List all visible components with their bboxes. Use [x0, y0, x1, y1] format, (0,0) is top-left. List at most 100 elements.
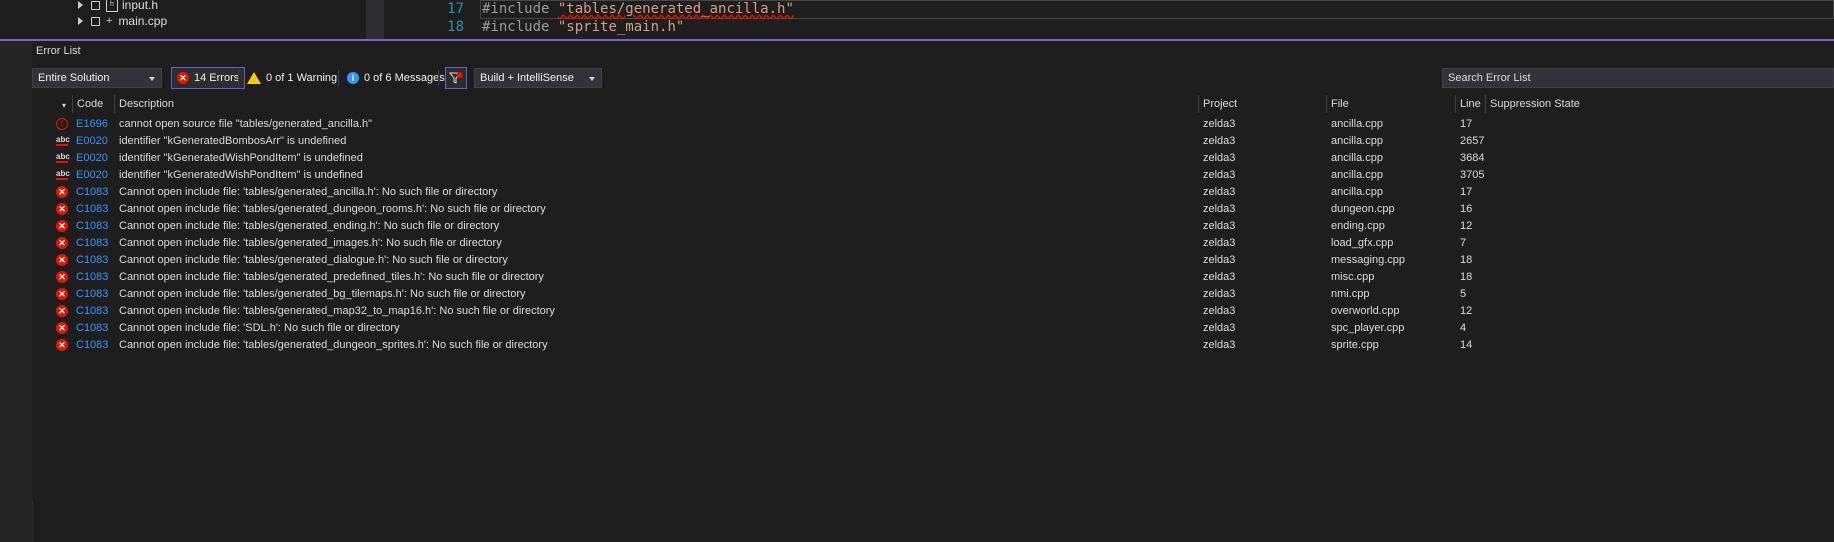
error-code-link[interactable]: E0020: [76, 167, 108, 184]
error-line: 5: [1460, 288, 1467, 300]
column-header-file[interactable]: File: [1326, 95, 1459, 113]
error-row[interactable]: ✕ C1083 Cannot open include file: 'tables/…: [32, 286, 1834, 303]
error-code-link[interactable]: C1083: [76, 303, 108, 320]
error-file: ancilla.cpp: [1331, 186, 1383, 198]
error-icon: ✕: [56, 220, 69, 233]
error-icon: ✕: [56, 305, 69, 318]
error-description: Cannot open include file: 'tables/genera…: [119, 339, 548, 351]
error-code-link[interactable]: C1083: [76, 286, 108, 303]
column-header-suppression-state[interactable]: Suppression State: [1485, 95, 1834, 113]
column-header-row: ▾ Code Description Project File Line Sup…: [32, 95, 1834, 113]
error-row[interactable]: ✕ C1083 Cannot open include file: 'tables/…: [32, 235, 1834, 252]
cpp-file-icon: +: [106, 15, 113, 27]
panel-title: Error List: [36, 45, 81, 57]
code-line[interactable]: #include "sprite_main.h": [482, 19, 684, 35]
error-project: zelda3: [1203, 152, 1236, 164]
error-row[interactable]: ✕ C1083 Cannot open include file: 'tables/…: [32, 184, 1834, 201]
error-row[interactable]: ✕ C1083 Cannot open include file: 'tables/…: [32, 252, 1834, 269]
messages-filter-button[interactable]: i 0 of 6 Messages: [342, 67, 450, 89]
pane-splitter[interactable]: [366, 0, 384, 39]
include-path-string: "tables/generated_ancilla.h": [557, 1, 794, 17]
error-code-link[interactable]: C1083: [76, 252, 108, 269]
error-description: Cannot open include file: 'tables/genera…: [119, 254, 508, 266]
error-row[interactable]: ✕ C1083 Cannot open include file: 'tables/…: [32, 201, 1834, 218]
scope-dropdown-value: Entire Solution: [38, 72, 110, 84]
error-icon: ✕: [56, 339, 69, 352]
error-code-link[interactable]: C1083: [76, 235, 108, 252]
error-row[interactable]: abc E0020 identifier "kGeneratedWishPondIt…: [32, 167, 1834, 184]
error-line: 7: [1460, 237, 1467, 249]
error-row[interactable]: ✕ C1083 Cannot open include file: 'SDL.h':…: [32, 320, 1834, 337]
error-list-panel: Error List Entire Solution ✕ 14 Errors 0…: [32, 41, 1834, 501]
error-row[interactable]: abc E0020 identifier "kGeneratedBombosArr"…: [32, 133, 1834, 150]
lock-icon: [91, 0, 100, 10]
error-code-link[interactable]: C1083: [76, 320, 108, 337]
error-line: 14: [1460, 339, 1473, 351]
error-icon: ✕: [56, 203, 69, 216]
code-line[interactable]: #include "tables/generated_ancilla.h": [482, 1, 794, 17]
column-header-project[interactable]: Project: [1198, 95, 1330, 113]
line-number-gutter: 17 18: [384, 0, 464, 39]
error-project: zelda3: [1203, 305, 1236, 317]
error-row[interactable]: ✕ C1083 Cannot open include file: 'tables/…: [32, 269, 1834, 286]
error-code-link[interactable]: C1083: [76, 337, 108, 354]
error-row[interactable]: abc E0020 identifier "kGeneratedWishPondIt…: [32, 150, 1834, 167]
error-description: Cannot open include file: 'tables/genera…: [119, 220, 500, 232]
error-row[interactable]: ! E1696 cannot open source file "tables/ge…: [32, 116, 1834, 133]
preprocessor-directive: #include: [482, 1, 550, 17]
error-line: 18: [1460, 254, 1473, 266]
errors-filter-button[interactable]: ✕ 14 Errors: [171, 67, 246, 89]
error-description: cannot open source file "tables/generate…: [119, 118, 373, 130]
error-code-link[interactable]: C1083: [76, 269, 108, 286]
scope-dropdown[interactable]: Entire Solution: [32, 68, 162, 88]
error-icon: ✕: [56, 237, 69, 250]
error-description: Cannot open include file: 'tables/genera…: [119, 288, 526, 300]
error-file: spc_player.cpp: [1331, 322, 1405, 334]
sort-icon: ▾: [62, 101, 67, 110]
include-path-string: "sprite_main.h": [557, 19, 685, 35]
error-description: identifier "kGeneratedWishPondItem" is u…: [119, 152, 363, 164]
error-line: 12: [1460, 220, 1473, 232]
error-code-link[interactable]: C1083: [76, 201, 108, 218]
tree-item-label: input.h: [122, 0, 159, 12]
error-file: misc.cpp: [1331, 271, 1375, 283]
error-description: Cannot open include file: 'tables/genera…: [119, 305, 555, 317]
error-line: 18: [1460, 271, 1473, 283]
expand-arrow-icon[interactable]: [78, 17, 83, 25]
left-tool-strip: [0, 41, 33, 542]
expand-arrow-icon[interactable]: [78, 1, 83, 9]
toolbar-separator: [338, 70, 339, 86]
column-header-description[interactable]: Description: [114, 95, 1202, 113]
error-project: zelda3: [1203, 288, 1236, 300]
warnings-filter-button[interactable]: 0 of 1 Warning: [242, 67, 342, 89]
error-code-link[interactable]: E1696: [76, 116, 108, 133]
chevron-down-icon: [589, 77, 595, 81]
column-header-code[interactable]: Code: [72, 95, 119, 113]
error-code-link[interactable]: C1083: [76, 184, 108, 201]
filter-toggle-button[interactable]: [445, 67, 467, 89]
column-header-line[interactable]: Line: [1455, 95, 1489, 113]
search-input[interactable]: Search Error List: [1442, 68, 1834, 88]
error-description: Cannot open include file: 'tables/genera…: [119, 203, 546, 215]
error-project: zelda3: [1203, 254, 1236, 266]
error-list-toolbar: Entire Solution ✕ 14 Errors 0 of 1 Warni…: [32, 63, 1834, 93]
spelling-error-icon: abc: [56, 135, 70, 146]
error-icon: ✕: [56, 322, 69, 335]
spelling-error-icon: abc: [56, 152, 70, 163]
build-filter-dropdown[interactable]: Build + IntelliSense: [474, 68, 602, 88]
error-code-link[interactable]: E0020: [76, 150, 108, 167]
column-header-icon[interactable]: ▾: [32, 95, 76, 113]
code-editor[interactable]: #include "tables/generated_ancilla.h" #i…: [480, 0, 1834, 39]
chevron-down-icon: [149, 77, 155, 81]
error-row[interactable]: ✕ C1083 Cannot open include file: 'tables/…: [32, 218, 1834, 235]
error-description: identifier "kGeneratedBombosArr" is unde…: [119, 135, 347, 147]
error-file: ancilla.cpp: [1331, 152, 1383, 164]
error-row[interactable]: ✕ C1083 Cannot open include file: 'tables/…: [32, 303, 1834, 320]
tree-item-main-cpp[interactable]: + main.cpp: [78, 12, 167, 30]
error-line: 17: [1460, 118, 1473, 130]
error-project: zelda3: [1203, 186, 1236, 198]
error-code-link[interactable]: C1083: [76, 218, 108, 235]
error-row[interactable]: ✕ C1083 Cannot open include file: 'tables/…: [32, 337, 1834, 354]
tree-item-label: main.cpp: [118, 14, 168, 28]
error-code-link[interactable]: E0020: [76, 133, 108, 150]
